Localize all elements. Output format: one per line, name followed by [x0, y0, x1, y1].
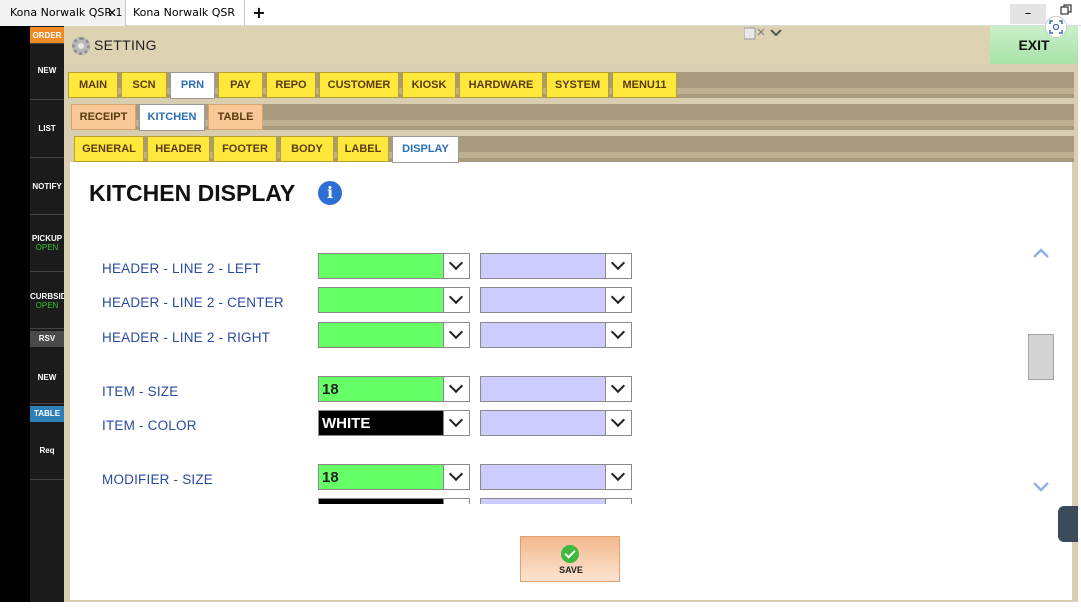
setting-label: HEADER - LINE 2 - CENTER — [102, 295, 284, 310]
tab-hardware[interactable]: HARDWARE — [459, 72, 543, 98]
chevron-down-icon[interactable] — [443, 254, 469, 278]
chevron-down-icon[interactable] — [443, 411, 469, 435]
bottom-strip — [0, 602, 1081, 612]
chevron-down-icon[interactable] — [443, 288, 469, 312]
color-dropdown[interactable]: WHITE — [318, 410, 470, 436]
rail-curbside-label: CURBSID — [30, 292, 64, 301]
setting-label: HEADER - LINE 2 - LEFT — [102, 261, 261, 276]
tab-footer[interactable]: FOOTER — [213, 136, 277, 162]
main-tab-bar: MAIN SCN PRN PAY REPO CUSTOMER KIOSK HAR… — [68, 72, 1074, 99]
scroll-down-icon[interactable] — [1032, 480, 1050, 494]
gear-icon — [72, 37, 90, 55]
rail-notify[interactable]: NOTIFY — [30, 158, 64, 215]
new-tab-icon[interactable]: + — [251, 0, 267, 26]
chevron-down-icon[interactable] — [605, 254, 631, 278]
browser-tab-kds[interactable]: Kona Norwalk QSR KDS — [127, 0, 245, 45]
rail-new-reservation[interactable]: NEW — [30, 347, 64, 404]
rail-strip — [0, 26, 30, 612]
chevron-down-icon[interactable] — [605, 323, 631, 347]
dropdown-value: 18 — [322, 381, 339, 398]
background-dropdown[interactable] — [480, 498, 632, 504]
save-label: SAVE — [559, 565, 583, 575]
chevron-down-icon[interactable] — [605, 465, 631, 489]
chevron-down-icon[interactable] — [605, 411, 631, 435]
tab-body[interactable]: BODY — [280, 136, 334, 162]
color-dropdown[interactable] — [318, 253, 470, 279]
checkmark-icon — [561, 545, 579, 563]
tab-kitchen[interactable]: KITCHEN — [139, 104, 205, 131]
background-dropdown[interactable] — [480, 287, 632, 313]
tab-general[interactable]: GENERAL — [74, 136, 144, 162]
size-dropdown[interactable]: 18 — [318, 464, 470, 490]
setting-label: ITEM - SIZE — [102, 384, 179, 399]
tab-prn[interactable]: PRN — [170, 72, 215, 99]
background-dropdown[interactable] — [480, 322, 632, 348]
color-dropdown[interactable] — [318, 498, 470, 504]
rail-new-order[interactable]: NEW — [30, 44, 64, 100]
background-dropdown[interactable] — [480, 410, 632, 436]
tab-receipt[interactable]: RECEIPT — [71, 104, 136, 130]
chevron-down-icon[interactable] — [443, 465, 469, 489]
info-icon[interactable]: i — [318, 181, 342, 205]
tab-menu11[interactable]: MENU11 — [612, 72, 677, 98]
color-dropdown[interactable] — [318, 287, 470, 313]
chevron-down-icon[interactable] — [443, 323, 469, 347]
browser-tab-strip: Kona Norwalk QSR 1 ✕ Kona Norwalk QSR KD… — [0, 0, 1081, 45]
minimize-button[interactable]: – — [1010, 4, 1046, 24]
window-resize-icon[interactable] — [743, 27, 784, 40]
tab-kiosk[interactable]: KIOSK — [402, 72, 456, 98]
scan-icon[interactable] — [1045, 16, 1067, 38]
rail-order[interactable]: ORDER — [30, 27, 64, 44]
tab-label[interactable]: LABEL — [337, 136, 389, 162]
tab-main[interactable]: MAIN — [68, 72, 118, 98]
setting-label: ITEM - COLOR — [102, 418, 197, 433]
section-title: KITCHEN DISPLAY — [89, 180, 296, 206]
browser-tab-qsr1[interactable]: Kona Norwalk QSR 1 ✕ — [0, 0, 126, 26]
rail-curbside[interactable]: CURBSID OPEN — [30, 272, 64, 329]
save-button[interactable]: SAVE — [520, 536, 620, 582]
size-dropdown[interactable]: 18 — [318, 376, 470, 402]
rail-pickup-label: PICKUP — [31, 234, 63, 243]
settings-list[interactable]: HEADER - LINE 2 - LEFT HEADER - LINE 2 -… — [70, 242, 1040, 504]
close-icon[interactable]: ✕ — [107, 0, 117, 26]
chevron-down-icon[interactable] — [443, 499, 469, 504]
chevron-down-icon[interactable] — [605, 288, 631, 312]
settings-header: SETTING EXIT — [64, 26, 1078, 64]
scroll-up-icon[interactable] — [1032, 246, 1050, 260]
tab-table[interactable]: TABLE — [208, 104, 263, 130]
background-dropdown[interactable] — [480, 464, 632, 490]
rail-list[interactable]: LIST — [30, 100, 64, 158]
rail-rsv[interactable]: RSV — [30, 331, 64, 347]
rail-pickup[interactable]: PICKUP OPEN — [30, 215, 64, 272]
rail-curbside-status: OPEN — [35, 301, 59, 310]
background-dropdown[interactable] — [480, 253, 632, 279]
tab-header[interactable]: HEADER — [147, 136, 210, 162]
scrollbar-thumb[interactable] — [1028, 334, 1054, 380]
display-settings-panel: KITCHEN DISPLAY i HEADER - LINE 2 - LEFT… — [70, 162, 1072, 600]
setting-label: MODIFIER - SIZE — [102, 472, 213, 487]
kitchen-section-tab-bar: GENERAL HEADER FOOTER BODY LABEL DISPLAY — [74, 136, 1074, 163]
tab-customer[interactable]: CUSTOMER — [319, 72, 399, 98]
rail-pickup-status: OPEN — [35, 243, 59, 252]
rail-table[interactable]: TABLE — [30, 406, 64, 422]
tab-scn[interactable]: SCN — [121, 72, 167, 98]
settings-window: SETTING EXIT MAIN SCN PRN PAY REPO CUSTO… — [64, 26, 1078, 602]
color-dropdown[interactable] — [318, 322, 470, 348]
chevron-down-icon[interactable] — [605, 499, 631, 504]
tab-system[interactable]: SYSTEM — [546, 72, 609, 98]
page-title: SETTING — [94, 37, 157, 53]
chevron-down-icon[interactable] — [605, 377, 631, 401]
dropdown-value: 18 — [322, 469, 339, 486]
rail-req[interactable]: Req — [30, 422, 64, 480]
background-dropdown[interactable] — [480, 376, 632, 402]
dropdown-value: WHITE — [322, 415, 371, 432]
browser-tab-label: Kona Norwalk QSR 1 — [10, 6, 123, 19]
tab-repo[interactable]: REPO — [266, 72, 316, 98]
tab-pay[interactable]: PAY — [218, 72, 263, 98]
chevron-down-icon[interactable] — [443, 377, 469, 401]
tab-display[interactable]: DISPLAY — [392, 136, 459, 163]
side-drawer-handle[interactable] — [1058, 506, 1078, 542]
setting-label: HEADER - LINE 2 - RIGHT — [102, 330, 271, 345]
printer-sub-tab-bar: RECEIPT KITCHEN TABLE — [71, 104, 1074, 131]
